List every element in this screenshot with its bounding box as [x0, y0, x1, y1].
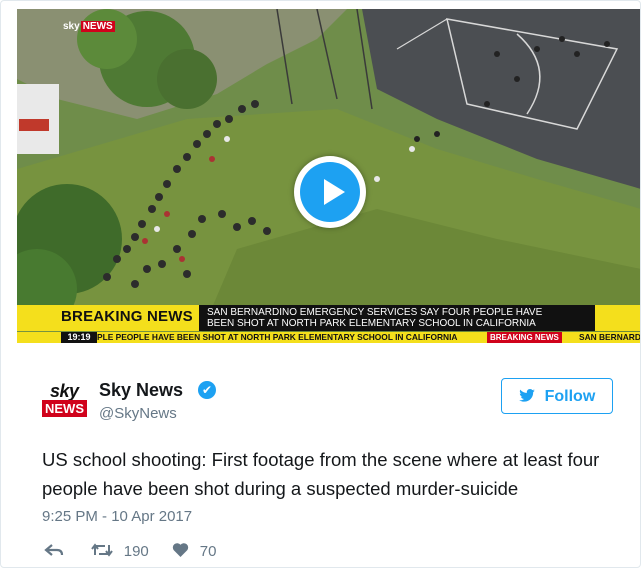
ticker-badge: BREAKING NEWS — [487, 332, 562, 343]
ticker-time: 19:19 — [61, 332, 97, 343]
like-count: 70 — [199, 543, 217, 560]
follow-button[interactable]: Follow — [501, 378, 613, 414]
breaking-news-headline: SAN BERNARDINO EMERGENCY SERVICES SAY FO… — [199, 305, 595, 331]
follow-label: Follow — [544, 388, 596, 405]
avatar-news-text: NEWS — [42, 400, 87, 417]
breaking-news-banner: BREAKING NEWS SAN BERNARDINO EMERGENCY S… — [17, 305, 640, 331]
avatar-sky-text: sky — [50, 381, 79, 401]
retweet-count: 190 — [123, 543, 149, 560]
like-button[interactable]: 70 — [172, 541, 216, 561]
verified-badge-icon: ✔ — [198, 381, 216, 399]
avatar[interactable]: sky NEWS — [42, 381, 88, 423]
ticker-text: PLE PEOPLE HAVE BEEN SHOT AT NORTH PARK … — [97, 332, 458, 342]
ticker-text-continued: SAN BERNARD — [579, 332, 641, 342]
play-button[interactable] — [294, 156, 366, 228]
watermark-news: NEWS — [80, 21, 115, 32]
reply-icon — [44, 541, 64, 560]
watermark-sky: sky — [63, 21, 80, 32]
headline-line-2: BEEN SHOT AT NORTH PARK ELEMENTARY SCHOO… — [207, 318, 536, 329]
channel-watermark: sky NEWS — [63, 21, 115, 32]
tweet-timestamp[interactable]: 9:25 PM - 10 Apr 2017 — [42, 508, 192, 525]
twitter-bird-icon — [518, 388, 539, 404]
embedded-tweet-card: sky NEWS BREAKING NEWS SAN BERNARDINO EME… — [0, 0, 641, 568]
reply-button[interactable] — [44, 541, 70, 561]
author-name[interactable]: Sky News — [99, 380, 183, 401]
headline-line-1: SAN BERNARDINO EMERGENCY SERVICES SAY FO… — [207, 307, 543, 318]
breaking-news-label: BREAKING NEWS — [61, 308, 193, 325]
retweet-button[interactable]: 190 — [91, 541, 149, 561]
tweet-text: US school shooting: First footage from t… — [42, 449, 600, 499]
play-icon — [300, 162, 360, 222]
author-handle[interactable]: @SkyNews — [99, 405, 177, 422]
news-ticker: 19:19 PLE PEOPLE HAVE BEEN SHOT AT NORTH… — [17, 332, 641, 343]
video-player[interactable]: sky NEWS BREAKING NEWS SAN BERNARDINO EME… — [17, 9, 641, 343]
retweet-icon — [91, 541, 118, 560]
heart-icon — [172, 541, 194, 560]
